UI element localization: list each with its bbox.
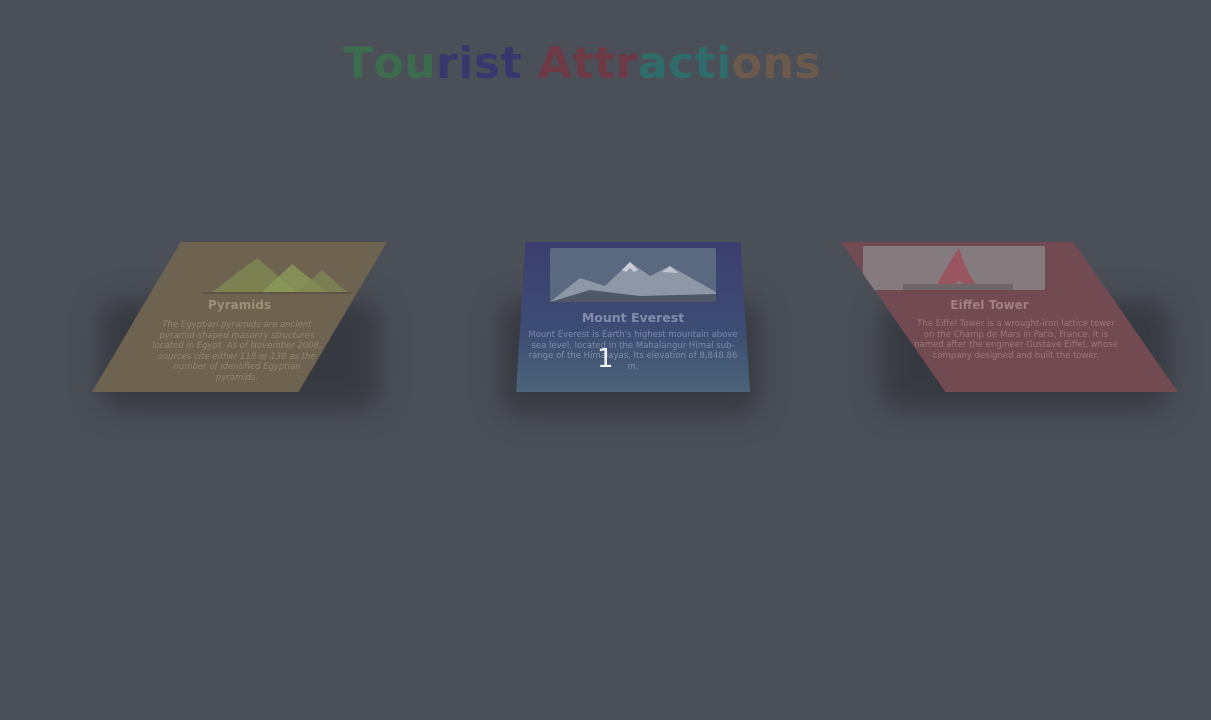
title-letter: T [343, 38, 374, 89]
title-letter: a [637, 38, 669, 89]
title-letter: n [762, 38, 795, 89]
title-letter: o [373, 38, 405, 89]
card-description: Mount Everest is Earth's highest mountai… [528, 330, 738, 372]
title-letter: t [500, 38, 523, 89]
title-letter: c [668, 38, 695, 89]
card-description: The Egyptian pyramids are ancient pyrami… [152, 320, 322, 383]
title-letter: s [473, 38, 501, 89]
card-everest[interactable]: Mount Everest Mount Everest is Earth's h… [516, 242, 750, 392]
title-letter: r [436, 38, 459, 89]
eiffel-tower-photo [863, 246, 1045, 290]
title-letter: s [794, 38, 822, 89]
card-title: Mount Everest [581, 310, 685, 325]
title-letter: t [694, 38, 717, 89]
slide-number: 1 [597, 344, 614, 374]
title-letter: t [572, 38, 595, 89]
card-description: The Eiffel Tower is a wrought-iron latti… [914, 319, 1118, 361]
page-title: Tourist Attractions [343, 38, 821, 89]
title-letter: t [594, 38, 616, 89]
title-letter [522, 38, 538, 89]
mountain-photo [550, 248, 716, 302]
title-letter: u [404, 38, 437, 89]
title-letter: r [615, 38, 638, 89]
title-letter: A [537, 38, 573, 89]
title-letter: i [716, 38, 732, 89]
pyramids-icon [202, 258, 352, 294]
title-letter: i [458, 38, 474, 89]
title-letter: o [731, 38, 763, 89]
